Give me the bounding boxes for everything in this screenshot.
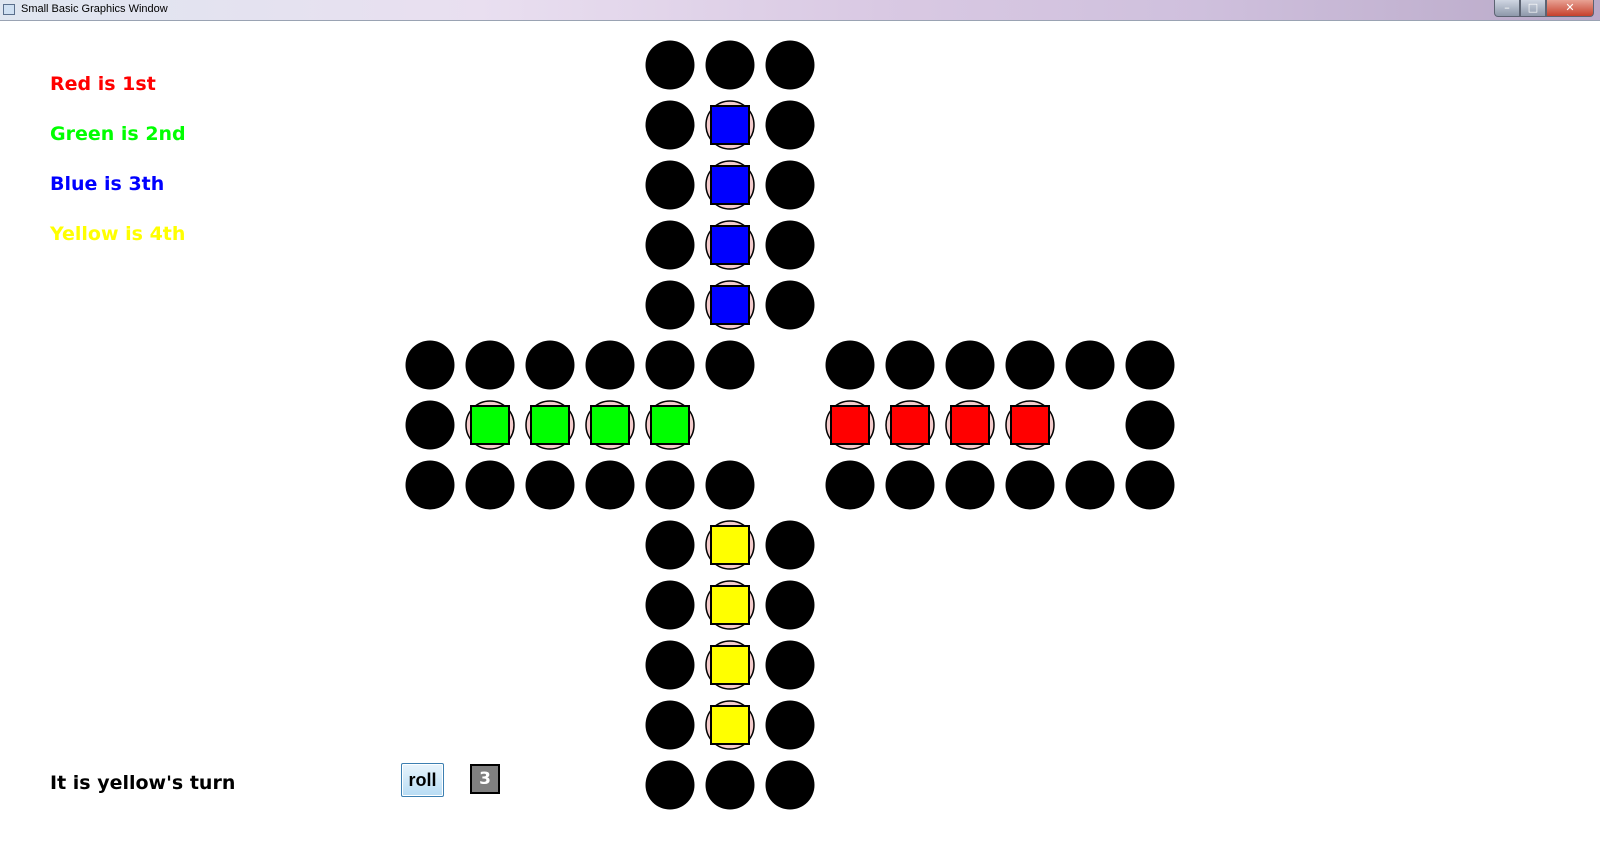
green-piece[interactable] xyxy=(530,405,570,445)
track-space xyxy=(465,460,515,510)
yellow-piece[interactable] xyxy=(710,645,750,685)
blue-piece[interactable] xyxy=(710,165,750,205)
red-piece[interactable] xyxy=(830,405,870,445)
yellow-piece[interactable] xyxy=(710,585,750,625)
track-space xyxy=(645,640,695,690)
track-space xyxy=(1125,400,1175,450)
blue-piece[interactable] xyxy=(710,285,750,325)
track-space xyxy=(705,340,755,390)
yellow-piece[interactable] xyxy=(710,705,750,745)
green-piece[interactable] xyxy=(650,405,690,445)
track-space xyxy=(645,40,695,90)
track-space xyxy=(765,40,815,90)
roll-button[interactable]: roll xyxy=(401,763,444,797)
track-space xyxy=(765,160,815,210)
track-space xyxy=(765,640,815,690)
track-space xyxy=(765,220,815,270)
track-space xyxy=(825,340,875,390)
track-space xyxy=(525,340,575,390)
green-piece[interactable] xyxy=(590,405,630,445)
track-space xyxy=(885,460,935,510)
red-piece[interactable] xyxy=(1010,405,1050,445)
track-space xyxy=(645,460,695,510)
track-space xyxy=(645,280,695,330)
game-board xyxy=(405,40,1175,810)
track-space xyxy=(1125,460,1175,510)
green-piece[interactable] xyxy=(470,405,510,445)
blue-piece[interactable] xyxy=(710,105,750,145)
track-space xyxy=(525,460,575,510)
blue-piece[interactable] xyxy=(710,225,750,265)
track-space xyxy=(1005,340,1055,390)
track-space xyxy=(405,400,455,450)
track-space xyxy=(825,460,875,510)
track-space xyxy=(585,340,635,390)
track-space xyxy=(645,220,695,270)
die-display: 3 xyxy=(470,764,500,794)
track-space xyxy=(1125,340,1175,390)
track-space xyxy=(645,100,695,150)
yellow-piece[interactable] xyxy=(710,525,750,565)
track-space xyxy=(645,700,695,750)
track-space xyxy=(765,700,815,750)
track-space xyxy=(645,160,695,210)
track-space xyxy=(765,100,815,150)
red-piece[interactable] xyxy=(890,405,930,445)
track-space xyxy=(1065,340,1115,390)
track-space xyxy=(645,520,695,570)
track-space xyxy=(705,460,755,510)
track-space xyxy=(705,40,755,90)
track-space xyxy=(765,760,815,810)
track-space xyxy=(585,460,635,510)
red-piece[interactable] xyxy=(950,405,990,445)
track-space xyxy=(945,460,995,510)
track-space xyxy=(705,760,755,810)
track-space xyxy=(765,520,815,570)
track-space xyxy=(1005,460,1055,510)
track-space xyxy=(1065,460,1115,510)
track-space xyxy=(405,340,455,390)
track-space xyxy=(945,340,995,390)
track-space xyxy=(885,340,935,390)
turn-status: It is yellow's turn xyxy=(50,772,236,794)
track-space xyxy=(405,460,455,510)
track-space xyxy=(765,580,815,630)
track-space xyxy=(645,580,695,630)
track-space xyxy=(645,340,695,390)
track-space xyxy=(465,340,515,390)
track-space xyxy=(765,280,815,330)
track-space xyxy=(645,760,695,810)
